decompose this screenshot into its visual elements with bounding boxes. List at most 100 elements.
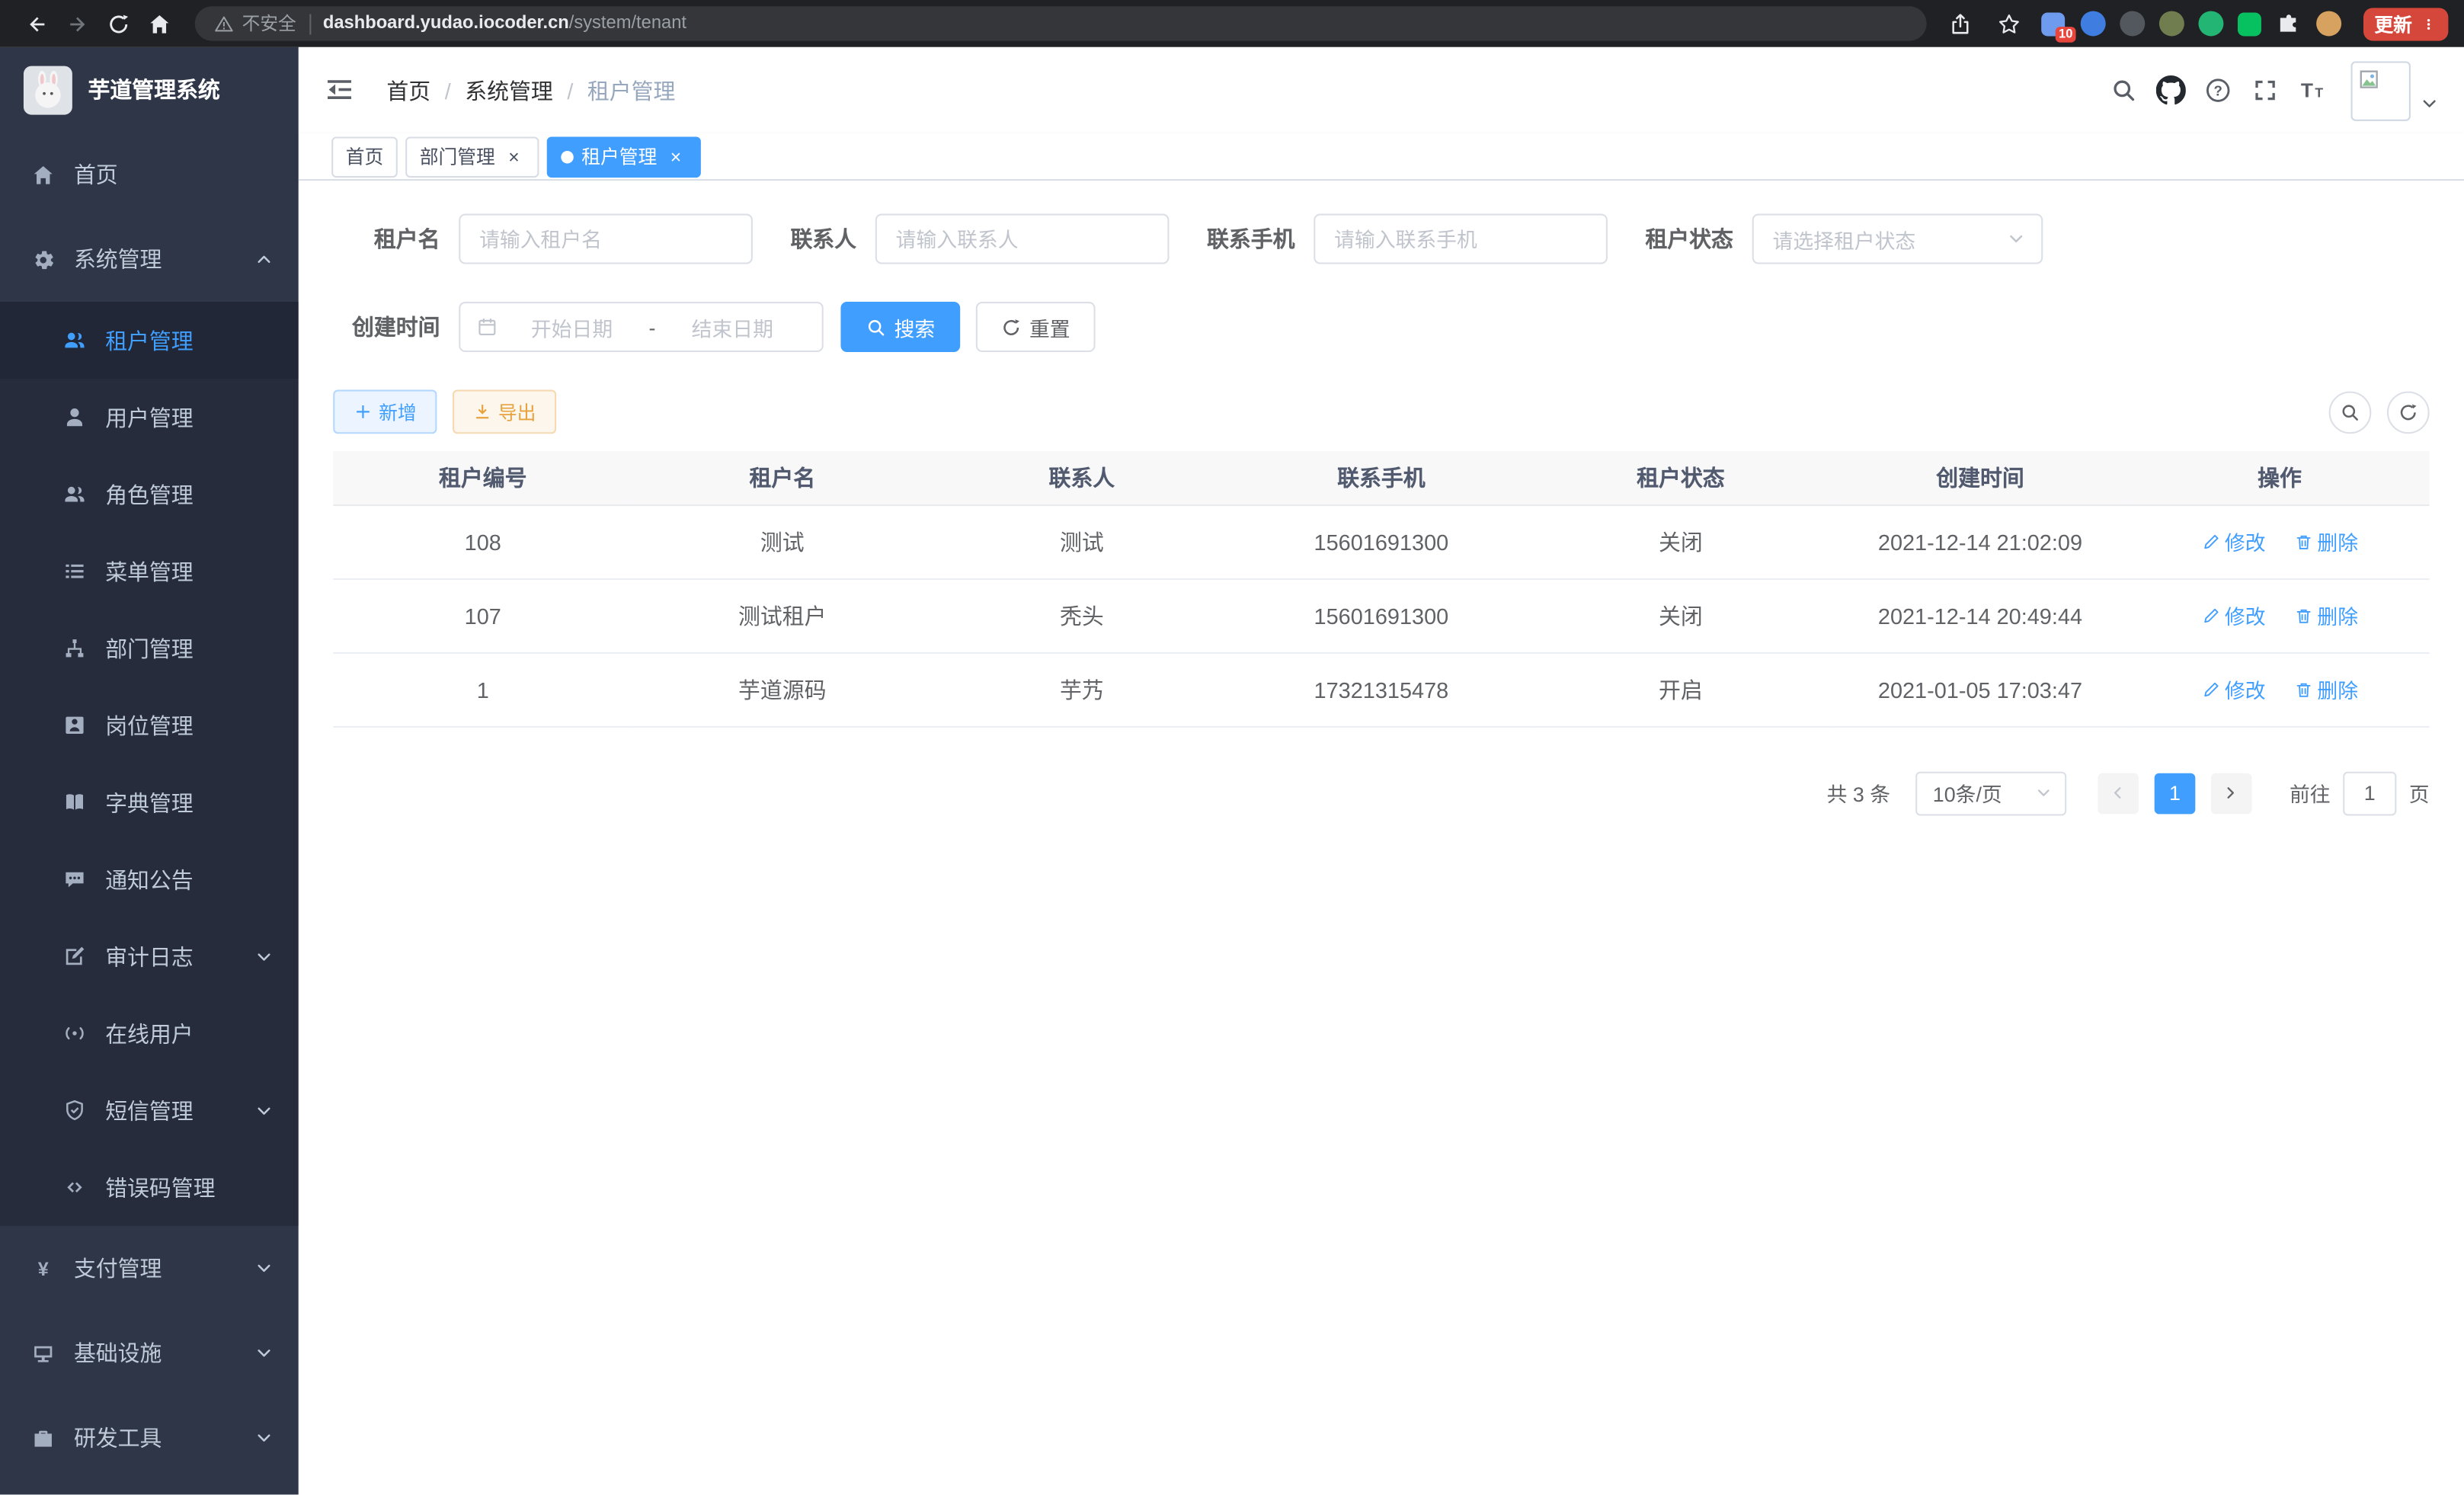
tenant-name-input[interactable]: [459, 214, 753, 264]
tag-tenant[interactable]: 租户管理 ×: [547, 136, 701, 177]
sidebar-item-devtools[interactable]: 研发工具: [0, 1396, 299, 1481]
sidebar-item-label: 菜单管理: [105, 555, 194, 587]
avatar-caret-down-icon[interactable]: [2420, 94, 2439, 113]
trash-icon: [2293, 606, 2312, 625]
refresh-table-button[interactable]: [2387, 391, 2430, 434]
reset-button[interactable]: 重置: [976, 302, 1096, 352]
sidebar-item-notice[interactable]: 通知公告: [0, 840, 299, 917]
delete-link[interactable]: 删除: [2293, 600, 2358, 630]
extension-icon-4[interactable]: [2158, 9, 2186, 37]
sidebar-fold-button[interactable]: [324, 73, 358, 107]
tag-home[interactable]: 首页: [331, 136, 398, 177]
help-button[interactable]: [2194, 67, 2241, 114]
sidebar-item-user[interactable]: 用户管理: [0, 379, 299, 456]
extension-icon-2[interactable]: [2079, 9, 2107, 37]
column-header-tenant-id: 租户编号: [333, 451, 632, 504]
toggle-search-button[interactable]: [2329, 391, 2372, 434]
extensions-puzzle-icon[interactable]: [2275, 9, 2303, 37]
tenant-status-select[interactable]: 请选择租户状态: [1752, 214, 2043, 264]
sidebar-item-error-code[interactable]: 错误码管理: [0, 1149, 299, 1226]
status-placeholder: 请选择租户状态: [1773, 224, 1916, 254]
browser-home-button[interactable]: [139, 3, 180, 44]
edit-link[interactable]: 修改: [2201, 674, 2266, 704]
browser-back-button[interactable]: [16, 3, 57, 44]
cell-actions: 修改 删除: [2130, 578, 2429, 652]
sidebar-item-home[interactable]: 首页: [0, 132, 299, 216]
chevron-left-icon: [2110, 784, 2127, 802]
next-page-button[interactable]: [2211, 773, 2252, 814]
fullscreen-button[interactable]: [2241, 67, 2288, 114]
sidebar-item-dept[interactable]: 部门管理: [0, 610, 299, 687]
user-icon: [63, 405, 87, 429]
pagination-total: 共 3 条: [1827, 778, 1890, 808]
sidebar-item-label: 用户管理: [105, 402, 194, 433]
sidebar-item-audit-log[interactable]: 审计日志: [0, 918, 299, 995]
briefcase-icon: [31, 1426, 55, 1450]
extension-icon-3[interactable]: [2118, 9, 2146, 37]
extension-icon-6[interactable]: [2236, 9, 2264, 37]
cell-contact: 测试: [932, 504, 1231, 578]
bookmark-star-button[interactable]: [1991, 5, 2029, 43]
edit-link[interactable]: 修改: [2201, 600, 2266, 630]
close-icon[interactable]: ×: [665, 146, 687, 168]
page-size-select[interactable]: 10条/页: [1915, 771, 2066, 815]
reset-button-label: 重置: [1029, 312, 1070, 341]
prev-page-button[interactable]: [2098, 773, 2139, 814]
navbar: 首页 / 系统管理 / 租户管理: [299, 47, 2464, 133]
breadcrumb-system[interactable]: 系统管理: [465, 75, 553, 106]
pagination: 共 3 条 10条/页 1 前往 页: [333, 771, 2429, 815]
sidebar: 芋道管理系统 首页 系统管理 租户管理 用户管理: [0, 47, 299, 1495]
page-number-1[interactable]: 1: [2155, 773, 2196, 814]
user-avatar[interactable]: [2351, 60, 2411, 120]
sidebar-item-pay[interactable]: 支付管理: [0, 1226, 299, 1311]
sidebar-item-infra[interactable]: 基础设施: [0, 1311, 299, 1395]
sidebar-item-dict[interactable]: 字典管理: [0, 764, 299, 840]
contact-input[interactable]: [875, 214, 1170, 264]
sidebar-item-sms[interactable]: 短信管理: [0, 1072, 299, 1149]
sidebar-item-role[interactable]: 角色管理: [0, 456, 299, 533]
extension-icon-5[interactable]: [2197, 9, 2225, 37]
security-label[interactable]: 不安全: [242, 11, 296, 36]
logo[interactable]: 芋道管理系统: [0, 47, 299, 132]
close-icon[interactable]: ×: [503, 146, 525, 168]
font-size-button[interactable]: [2288, 67, 2335, 114]
edit-link[interactable]: 修改: [2201, 527, 2266, 556]
export-button[interactable]: 导出: [453, 390, 556, 434]
browser-profile-avatar[interactable]: [2315, 9, 2343, 37]
share-button[interactable]: [1942, 5, 1980, 43]
shield-icon: [63, 1099, 87, 1122]
app-shell: 芋道管理系统 首页 系统管理 租户管理 用户管理: [0, 47, 2464, 1495]
github-icon[interactable]: [2146, 67, 2194, 114]
search-icon: [866, 317, 886, 338]
browser-reload-button[interactable]: [98, 3, 139, 44]
field-status: 租户状态 请选择租户状态: [1645, 214, 2043, 264]
extension-icon-1[interactable]: 10: [2040, 9, 2068, 37]
phone-input[interactable]: [1314, 214, 1608, 264]
status-label: 租户状态: [1645, 223, 1733, 255]
delete-link[interactable]: 删除: [2293, 674, 2358, 704]
address-bar[interactable]: 不安全 dashboard.yudao.iocoder.cn/system/te…: [195, 6, 1927, 40]
browser-update-button[interactable]: 更新: [2363, 7, 2448, 40]
sidebar-item-label: 基础设施: [74, 1337, 162, 1369]
sidebar-item-post[interactable]: 岗位管理: [0, 687, 299, 764]
sidebar-item-label: 在线用户: [105, 1017, 194, 1048]
cell-created: 2021-12-14 20:49:44: [1830, 578, 2130, 652]
sidebar-item-label: 审计日志: [105, 940, 194, 972]
page-unit-label: 页: [2409, 778, 2430, 808]
browser-forward-button[interactable]: [56, 3, 98, 44]
create-time-range-picker[interactable]: 开始日期 - 结束日期: [459, 302, 824, 352]
sidebar-item-menu[interactable]: 菜单管理: [0, 533, 299, 610]
cell-created: 2021-12-14 21:02:09: [1830, 504, 2130, 578]
sidebar-item-online-users[interactable]: 在线用户: [0, 995, 299, 1072]
breadcrumb-home[interactable]: 首页: [386, 75, 430, 106]
search-button[interactable]: 搜索: [840, 302, 960, 352]
pencil-icon: [2201, 606, 2220, 625]
header-search-button[interactable]: [2100, 67, 2147, 114]
tag-dept[interactable]: 部门管理 ×: [405, 136, 539, 177]
add-button[interactable]: 新增: [333, 390, 437, 434]
sidebar-item-tenant[interactable]: 租户管理: [0, 302, 299, 379]
goto-page-input[interactable]: [2343, 771, 2396, 815]
delete-link[interactable]: 删除: [2293, 527, 2358, 556]
cell-status: 关闭: [1531, 504, 1830, 578]
sidebar-item-system[interactable]: 系统管理: [0, 217, 299, 302]
